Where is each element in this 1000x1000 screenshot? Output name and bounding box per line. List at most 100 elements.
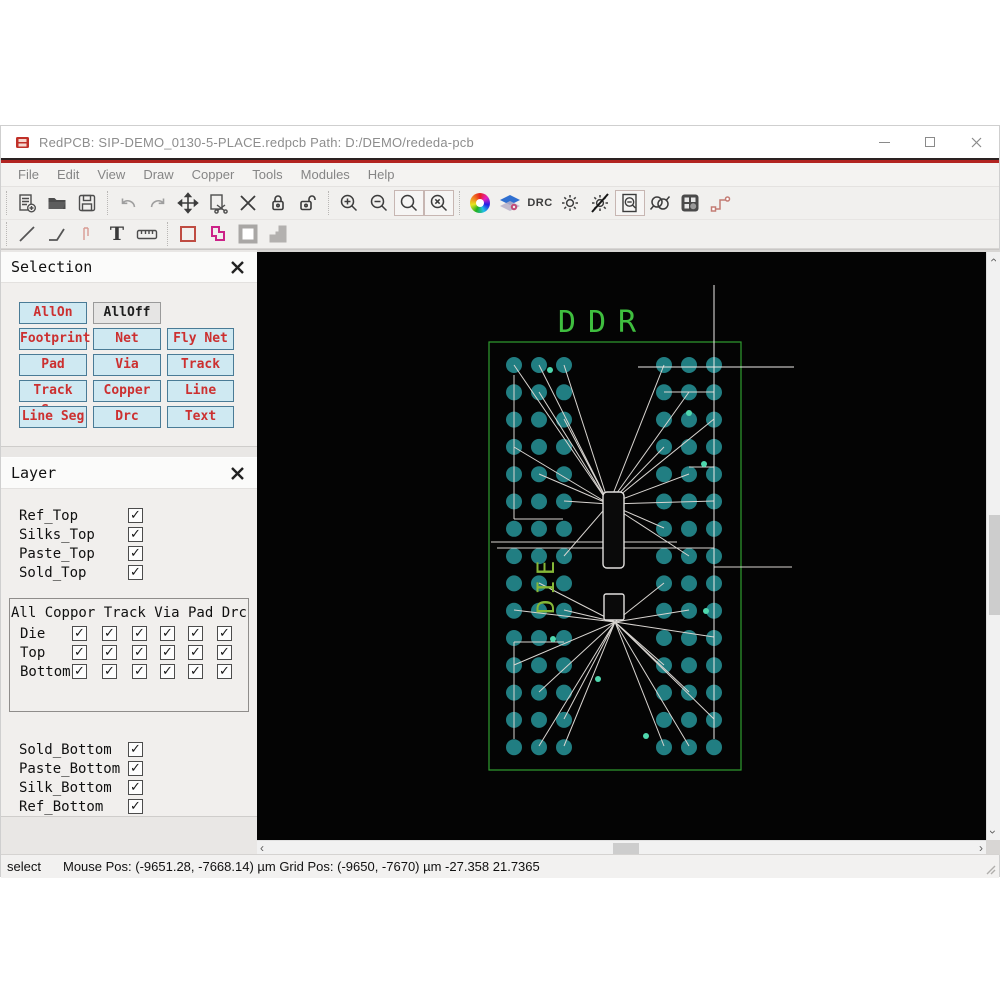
matrix-checkbox-top-coppor[interactable]: ✓ — [102, 645, 117, 660]
color-settings-button[interactable] — [465, 190, 495, 216]
scroll-left-icon[interactable]: ‹ — [260, 842, 264, 854]
layer-checkbox-sold_bottom[interactable]: ✓ — [128, 742, 143, 757]
selection-button-track-seg[interactable]: Track Seg — [19, 380, 87, 418]
minimize-button[interactable] — [861, 126, 907, 158]
layer-swap-button[interactable] — [495, 190, 525, 216]
draw-text-button[interactable]: T — [102, 221, 132, 247]
selection-button-line[interactable]: Line — [167, 380, 234, 402]
scroll-up-icon[interactable]: › — [986, 258, 1000, 262]
menu-item-help[interactable]: Help — [359, 167, 404, 182]
refresh-search-button[interactable] — [645, 190, 675, 216]
matrix-checkbox-die-track[interactable]: ✓ — [132, 626, 147, 641]
selection-panel-titlebar[interactable]: Selection — [1, 252, 257, 283]
unlock-button[interactable] — [293, 190, 323, 216]
layer-checkbox-silk_bottom[interactable]: ✓ — [128, 780, 143, 795]
layer-panel-titlebar[interactable]: Layer — [1, 458, 257, 489]
draw-polygon-button[interactable] — [203, 221, 233, 247]
horizontal-scroll-thumb[interactable] — [613, 843, 639, 854]
scroll-right-icon[interactable]: › — [979, 842, 983, 854]
zoom-button[interactable] — [394, 190, 424, 216]
drc-button[interactable]: DRC — [525, 190, 555, 216]
pcb-canvas[interactable]: DDR DIE — [257, 252, 986, 840]
move-button[interactable] — [173, 190, 203, 216]
selection-button-alloff[interactable]: AllOff — [93, 302, 161, 324]
matrix-checkbox-bottom-all[interactable]: ✓ — [72, 664, 87, 679]
brightness-off-button[interactable] — [585, 190, 615, 216]
selection-button-line-seg[interactable]: Line Seg — [19, 406, 87, 428]
new-file-button[interactable] — [12, 190, 42, 216]
horizontal-scrollbar[interactable]: ‹ › — [257, 840, 986, 855]
matrix-checkbox-die-via[interactable]: ✓ — [160, 626, 175, 641]
matrix-checkbox-bottom-pad[interactable]: ✓ — [188, 664, 203, 679]
open-folder-button[interactable] — [42, 190, 72, 216]
selection-button-drc[interactable]: Drc — [93, 406, 161, 428]
cut-button[interactable] — [203, 190, 233, 216]
draw-line-button[interactable] — [12, 221, 42, 247]
redo-button[interactable] — [143, 190, 173, 216]
route-button[interactable] — [705, 190, 735, 216]
maximize-button[interactable] — [907, 126, 953, 158]
layer-panel-close-icon[interactable] — [230, 466, 245, 481]
draw-filled-polygon-button[interactable] — [263, 221, 293, 247]
pad — [531, 657, 547, 674]
draw-rect-button[interactable] — [173, 221, 203, 247]
zoom-in-button[interactable] — [334, 190, 364, 216]
title-bar[interactable]: RedPCB: SIP-DEMO_0130-5-PLACE.redpcb Pat… — [1, 126, 999, 158]
menu-item-file[interactable]: File — [9, 167, 48, 182]
selection-button-allon[interactable]: AllOn — [19, 302, 87, 324]
layer-checkbox-ref_bottom[interactable]: ✓ — [128, 799, 143, 814]
matrix-checkbox-die-drc[interactable]: ✓ — [217, 626, 232, 641]
lock-button[interactable] — [263, 190, 293, 216]
delete-button[interactable] — [233, 190, 263, 216]
layer-checkbox-paste_top[interactable]: ✓ — [128, 546, 143, 561]
layer-checkbox-sold_top[interactable]: ✓ — [128, 565, 143, 580]
selection-button-pad[interactable]: Pad — [19, 354, 87, 376]
matrix-checkbox-top-drc[interactable]: ✓ — [217, 645, 232, 660]
layer-checkbox-ref_top[interactable]: ✓ — [128, 508, 143, 523]
scroll-down-icon[interactable]: › — [986, 830, 1000, 834]
selection-button-copper[interactable]: Copper — [93, 380, 161, 402]
selection-button-fly-net[interactable]: Fly Net — [167, 328, 234, 350]
matrix-checkbox-bottom-drc[interactable]: ✓ — [217, 664, 232, 679]
layer-checkbox-paste_bottom[interactable]: ✓ — [128, 761, 143, 776]
zoom-out-button[interactable] — [364, 190, 394, 216]
save-button[interactable] — [72, 190, 102, 216]
selection-button-footprint[interactable]: Footprint — [19, 328, 90, 350]
selection-button-track[interactable]: Track — [167, 354, 234, 376]
draw-filled-rect-button[interactable] — [233, 221, 263, 247]
vertical-scroll-thumb[interactable] — [989, 515, 1000, 615]
undo-button[interactable] — [113, 190, 143, 216]
menu-item-edit[interactable]: Edit — [48, 167, 88, 182]
selection-button-text[interactable]: Text — [167, 406, 234, 428]
draw-polyline-button[interactable] — [42, 221, 72, 247]
modules-button[interactable] — [675, 190, 705, 216]
selection-button-via[interactable]: Via — [93, 354, 161, 376]
matrix-checkbox-top-all[interactable]: ✓ — [72, 645, 87, 660]
matrix-checkbox-bottom-coppor[interactable]: ✓ — [102, 664, 117, 679]
zoom-page-button[interactable] — [615, 190, 645, 216]
matrix-checkbox-top-pad[interactable]: ✓ — [188, 645, 203, 660]
measure-button[interactable] — [132, 221, 162, 247]
matrix-checkbox-bottom-track[interactable]: ✓ — [132, 664, 147, 679]
zoom-cancel-button[interactable] — [424, 190, 454, 216]
menu-item-copper[interactable]: Copper — [183, 167, 244, 182]
menu-item-modules[interactable]: Modules — [292, 167, 359, 182]
matrix-checkbox-die-coppor[interactable]: ✓ — [102, 626, 117, 641]
draw-jumper-button[interactable] — [72, 221, 102, 247]
matrix-checkbox-die-pad[interactable]: ✓ — [188, 626, 203, 641]
matrix-checkbox-die-all[interactable]: ✓ — [72, 626, 87, 641]
vertical-scrollbar[interactable]: › › — [986, 252, 1000, 840]
layer-checkbox-silks_top[interactable]: ✓ — [128, 527, 143, 542]
close-button[interactable] — [953, 126, 999, 158]
layer-row-paste_bottom: Paste_Bottom ✓ — [1, 761, 257, 778]
matrix-checkbox-top-track[interactable]: ✓ — [132, 645, 147, 660]
selection-button-net[interactable]: Net — [93, 328, 161, 350]
matrix-checkbox-bottom-via[interactable]: ✓ — [160, 664, 175, 679]
menu-item-view[interactable]: View — [88, 167, 134, 182]
matrix-checkbox-top-via[interactable]: ✓ — [160, 645, 175, 660]
menu-item-tools[interactable]: Tools — [243, 167, 291, 182]
selection-panel-close-icon[interactable] — [230, 260, 245, 275]
menu-item-draw[interactable]: Draw — [134, 167, 182, 182]
resize-grip[interactable] — [986, 865, 996, 875]
brightness-button[interactable] — [555, 190, 585, 216]
